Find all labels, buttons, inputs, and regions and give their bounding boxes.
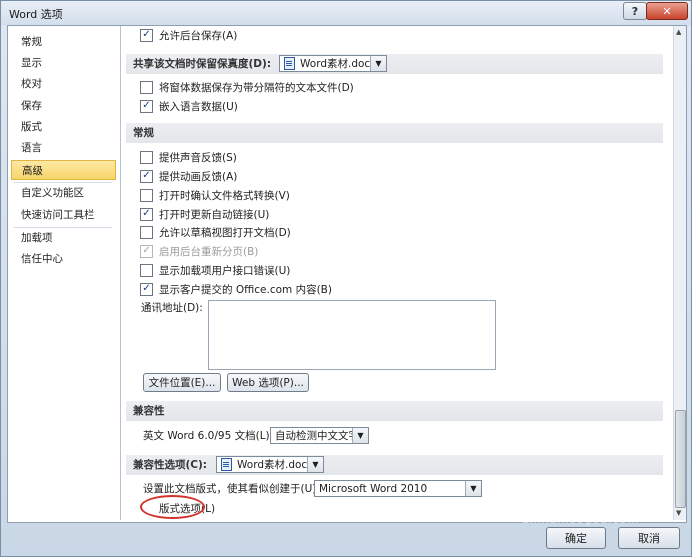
option-background-repagination: ✓ 启用后台重新分页(B) (140, 243, 258, 259)
scroll-down-icon[interactable]: ▼ (676, 509, 681, 517)
checkbox-unchecked[interactable] (140, 150, 153, 164)
checkbox-checked[interactable]: ✓ (140, 169, 153, 183)
option-label: 显示加载项用户接口错误(U) (159, 264, 291, 277)
dropdown-arrow-icon[interactable]: ▼ (352, 428, 368, 443)
checkbox-unchecked[interactable] (140, 225, 153, 239)
mail-address-textarea[interactable] (208, 300, 496, 370)
nav-item-save[interactable]: 保存 (11, 96, 116, 116)
web-options-button[interactable]: Web 选项(P)... (227, 373, 309, 392)
checkbox-unchecked[interactable] (140, 188, 153, 202)
checkbox-checked[interactable]: ✓ (140, 282, 153, 296)
selected-document: Word素材.docx (300, 58, 377, 70)
share-fidelity-header: 共享该文档时保留保真度(D): (126, 54, 663, 74)
section-title: 共享该文档时保留保真度(D): (133, 58, 272, 70)
option-sound-feedback[interactable]: 提供声音反馈(S) (140, 149, 237, 165)
checkbox-unchecked[interactable] (140, 263, 153, 277)
dropdown-arrow-icon[interactable]: ▼ (370, 56, 386, 71)
dialog-client-area: 常规 显示 校对 保存 版式 语言 高级 自定义功能区 快速访问工具栏 加载项 … (7, 25, 687, 523)
option-office-com-content[interactable]: ✓ 显示客户提交的 Office.com 内容(B) (140, 281, 332, 297)
nav-item-advanced[interactable]: 高级 (11, 160, 116, 180)
nav-item-typography[interactable]: 版式 (11, 117, 116, 137)
section-title: 兼容性选项(C): (133, 459, 208, 471)
close-button[interactable]: ✕ (646, 2, 688, 20)
scroll-thumb[interactable] (675, 410, 686, 508)
general-section-header: 常规 (126, 123, 663, 143)
option-label: 嵌入语言数据(U) (159, 100, 238, 113)
options-nav: 常规 显示 校对 保存 版式 语言 高级 自定义功能区 快速访问工具栏 加载项 … (8, 26, 121, 520)
word-document-icon (284, 57, 295, 70)
option-open-in-draft-view[interactable]: 允许以草稿视图打开文档(D) (140, 224, 291, 240)
nav-item-proofing[interactable]: 校对 (11, 74, 116, 94)
nav-item-trust-center[interactable]: 信任中心 (11, 249, 116, 269)
selected-value: Microsoft Word 2010 (319, 482, 428, 495)
option-allow-background-save[interactable]: ✓ 允许后台保存(A) (140, 27, 237, 43)
word6-compat-select[interactable]: 自动检测中文文字 ▼ (270, 427, 369, 444)
checkbox-unchecked[interactable] (140, 80, 153, 94)
scroll-up-icon[interactable]: ▲ (676, 28, 681, 36)
help-button[interactable]: ? (623, 2, 647, 20)
vertical-scrollbar[interactable]: ▲ ▼ (673, 26, 686, 520)
dropdown-arrow-icon[interactable]: ▼ (307, 457, 323, 472)
option-label: 启用后台重新分页(B) (159, 245, 259, 258)
option-label: 提供动画反馈(A) (159, 170, 238, 183)
option-confirm-format-conversion[interactable]: 打开时确认文件格式转换(V) (140, 187, 290, 203)
layout-as-label: 设置此文档版式，使其看似创建于(U): (143, 483, 320, 495)
checkbox-checked[interactable]: ✓ (140, 28, 153, 42)
option-label: 将窗体数据保存为带分隔符的文本文件(D) (159, 81, 354, 94)
file-locations-button[interactable]: 文件位置(E)... (143, 373, 221, 392)
nav-item-addins[interactable]: 加载项 (11, 228, 116, 248)
layout-options-link[interactable]: 版式选项(L) (159, 501, 215, 517)
word6-compat-label: 英文 Word 6.0/95 文档(L): (143, 430, 274, 442)
watermark-url: zhinan.sogou.com (523, 513, 640, 526)
option-animation-feedback[interactable]: ✓ 提供动画反馈(A) (140, 168, 237, 184)
mail-address-label: 通讯地址(D): (141, 302, 203, 314)
compat-options-header: 兼容性选项(C): (126, 455, 663, 475)
compat-document-select[interactable]: Word素材.docx ▼ (216, 456, 324, 473)
option-embed-language-data[interactable]: ✓ 嵌入语言数据(U) (140, 98, 238, 114)
word-options-dialog: Word 选项 ? ✕ 常规 显示 校对 保存 版式 语言 高级 自定义功能区 … (0, 0, 692, 557)
window-title: Word 选项 (9, 8, 63, 21)
nav-item-general[interactable]: 常规 (11, 32, 116, 52)
selected-value: 自动检测中文文字 (275, 430, 359, 442)
option-update-auto-links[interactable]: ✓ 打开时更新自动链接(U) (140, 206, 269, 222)
word-document-icon (221, 458, 232, 471)
option-label: 允许后台保存(A) (159, 29, 238, 42)
nav-item-customize-ribbon[interactable]: 自定义功能区 (11, 183, 116, 203)
nav-item-display[interactable]: 显示 (11, 53, 116, 73)
nav-item-language[interactable]: 语言 (11, 138, 116, 158)
layout-as-select[interactable]: Microsoft Word 2010 ▼ (314, 480, 482, 497)
share-document-select[interactable]: Word素材.docx ▼ (279, 55, 387, 72)
cancel-button[interactable]: 取消 (618, 527, 680, 549)
option-save-form-data[interactable]: 将窗体数据保存为带分隔符的文本文件(D) (140, 79, 354, 95)
checkbox-checked[interactable]: ✓ (140, 99, 153, 113)
dropdown-arrow-icon[interactable]: ▼ (465, 481, 481, 496)
title-bar: Word 选项 ? ✕ (1, 1, 691, 25)
compatibility-section-header: 兼容性 (126, 401, 663, 421)
checkbox-checked[interactable]: ✓ (140, 207, 153, 221)
nav-item-quick-access-toolbar[interactable]: 快速访问工具栏 (11, 205, 116, 225)
option-label: 提供声音反馈(S) (159, 151, 237, 164)
option-label: 允许以草稿视图打开文档(D) (159, 226, 291, 239)
advanced-options-pane: ✓ 允许后台保存(A) 共享该文档时保留保真度(D): Word素材.docx … (121, 26, 672, 520)
option-label: 打开时确认文件格式转换(V) (159, 189, 290, 202)
option-addin-ui-errors[interactable]: 显示加载项用户接口错误(U) (140, 262, 290, 278)
option-label: 打开时更新自动链接(U) (159, 208, 270, 221)
selected-document: Word素材.docx (237, 459, 314, 471)
ok-button[interactable]: 确定 (546, 527, 606, 549)
checkbox-checked-disabled: ✓ (140, 244, 153, 258)
option-label: 显示客户提交的 Office.com 内容(B) (159, 283, 332, 296)
